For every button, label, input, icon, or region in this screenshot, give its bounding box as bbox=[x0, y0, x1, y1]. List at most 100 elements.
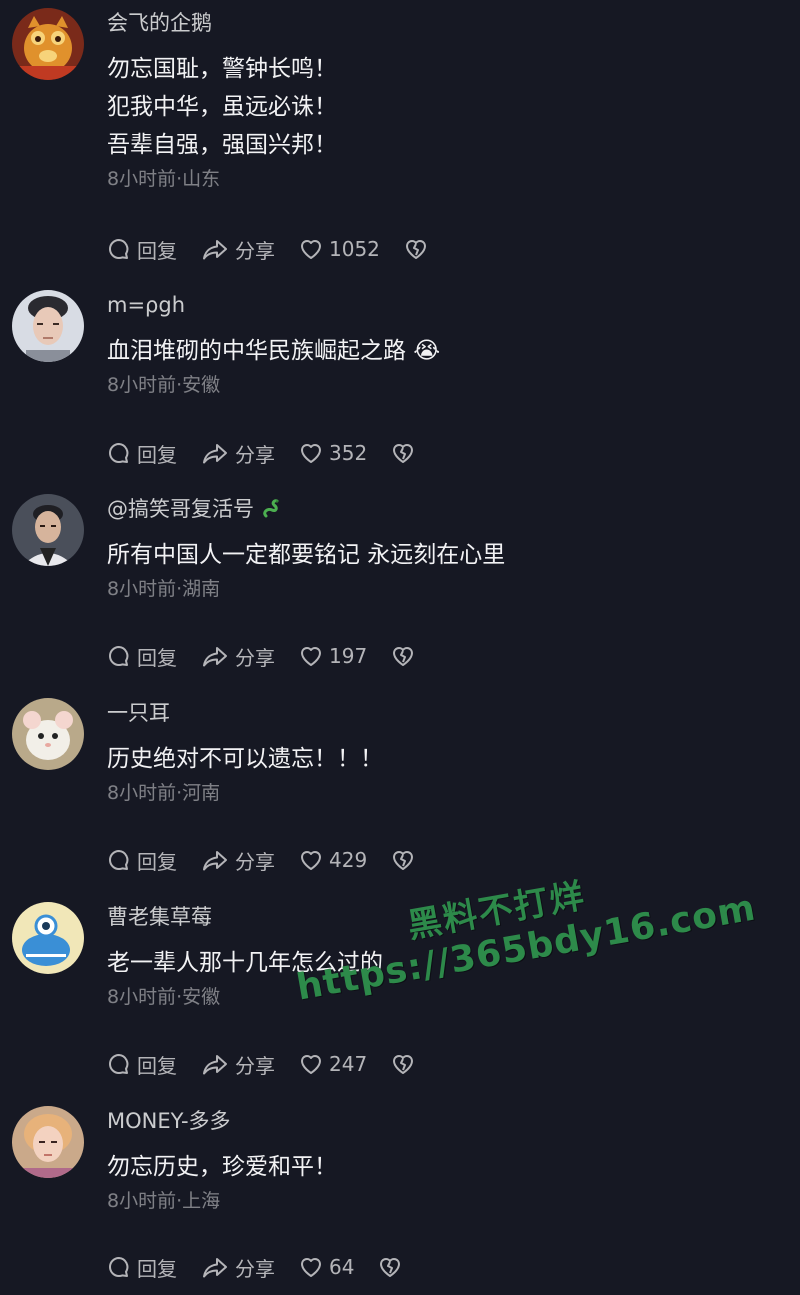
avatar[interactable] bbox=[12, 902, 84, 974]
like-button[interactable]: 1052 bbox=[299, 237, 380, 261]
snake-badge-icon bbox=[263, 499, 279, 518]
comment-line: 勿忘历史，珍爱和平！ bbox=[107, 1154, 337, 1180]
heart-icon bbox=[301, 1258, 321, 1277]
broken-heart-icon bbox=[393, 444, 414, 463]
share-button[interactable]: 分享 bbox=[201, 235, 275, 264]
reply-label: 回复 bbox=[137, 238, 177, 263]
like-button[interactable]: 247 bbox=[299, 1052, 367, 1076]
reply-button[interactable]: 回复 bbox=[107, 642, 177, 671]
dislike-button[interactable] bbox=[391, 849, 415, 871]
reply-button[interactable]: 回复 bbox=[107, 846, 177, 875]
share-button[interactable]: 分享 bbox=[201, 846, 275, 875]
comment-meta: 8小时前·河南 bbox=[107, 782, 221, 804]
comment-meta: 8小时前·上海 bbox=[107, 1190, 221, 1212]
share-label: 分享 bbox=[235, 645, 275, 670]
comment-actions: 回复 分享 352 bbox=[107, 438, 415, 468]
share-button[interactable]: 分享 bbox=[201, 1253, 275, 1282]
share-label: 分享 bbox=[235, 849, 275, 874]
share-button[interactable]: 分享 bbox=[201, 439, 275, 468]
reply-label: 回复 bbox=[137, 1053, 177, 1078]
comment-meta: 8小时前·湖南 bbox=[107, 578, 221, 600]
share-label: 分享 bbox=[235, 238, 275, 263]
mouse-photo-avatar bbox=[12, 698, 84, 770]
broken-heart-icon bbox=[405, 240, 426, 259]
share-icon bbox=[203, 851, 227, 871]
reply-label: 回复 bbox=[137, 442, 177, 467]
comment-line: 吾辈自强，强国兴邦！ bbox=[107, 132, 337, 158]
username[interactable]: 一只耳 bbox=[107, 698, 780, 728]
share-button[interactable]: 分享 bbox=[201, 642, 275, 671]
avatar[interactable] bbox=[12, 698, 84, 770]
broken-heart-icon bbox=[380, 1258, 401, 1277]
avatar[interactable] bbox=[12, 8, 84, 80]
username[interactable]: MONEY-多多 bbox=[107, 1106, 780, 1136]
comment-text: 所有中国人一定都要铭记 永远刻在心里 bbox=[107, 536, 780, 574]
comment-meta: 8小时前·山东 bbox=[107, 168, 221, 190]
comment-text: 勿忘国耻，警钟长鸣！ 犯我中华，虽远必诛！ 吾辈自强，强国兴邦！ bbox=[107, 50, 780, 164]
like-button[interactable]: 352 bbox=[299, 441, 367, 465]
username[interactable]: 会飞的企鹅 bbox=[107, 8, 780, 38]
dislike-button[interactable] bbox=[391, 442, 415, 464]
comment-text: 历史绝对不可以遗忘！！！ bbox=[107, 740, 780, 778]
reply-label: 回复 bbox=[137, 645, 177, 670]
share-icon bbox=[203, 1055, 227, 1075]
reply-button[interactable]: 回复 bbox=[107, 235, 177, 264]
dislike-button[interactable] bbox=[378, 1256, 402, 1278]
heart-icon bbox=[301, 240, 321, 259]
reply-icon bbox=[109, 1054, 129, 1074]
person-photo-avatar bbox=[12, 494, 84, 566]
broken-heart-icon bbox=[393, 647, 414, 666]
dislike-button[interactable] bbox=[404, 238, 428, 260]
comment-actions: 回复 分享 429 bbox=[107, 845, 415, 875]
reply-button[interactable]: 回复 bbox=[107, 439, 177, 468]
like-count: 64 bbox=[329, 1255, 355, 1279]
like-count: 247 bbox=[329, 1052, 368, 1076]
reply-icon bbox=[109, 443, 129, 463]
reply-label: 回复 bbox=[137, 849, 177, 874]
like-button[interactable]: 64 bbox=[299, 1255, 354, 1279]
cartoon-cat-avatar bbox=[12, 8, 84, 80]
share-label: 分享 bbox=[235, 1053, 275, 1078]
reply-icon bbox=[109, 646, 129, 666]
share-icon bbox=[203, 1258, 227, 1278]
like-count: 429 bbox=[329, 848, 368, 872]
comment-actions: 回复 分享 247 bbox=[107, 1049, 415, 1079]
comment-line: 勿忘国耻，警钟长鸣！ bbox=[107, 56, 337, 82]
person-photo-avatar bbox=[12, 1106, 84, 1178]
username-text: @搞笑哥复活号 bbox=[107, 497, 254, 521]
reply-icon bbox=[109, 1257, 129, 1277]
heart-icon bbox=[301, 1055, 321, 1074]
comment-meta: 8小时前·安徽 bbox=[107, 374, 221, 396]
comment-actions: 回复 分享 1052 bbox=[107, 234, 428, 264]
comment-line: 所有中国人一定都要铭记 永远刻在心里 bbox=[107, 542, 506, 568]
comment-line: 老一辈人那十几年怎么过的 bbox=[107, 950, 383, 976]
like-count: 1052 bbox=[329, 237, 380, 261]
avatar[interactable] bbox=[12, 494, 84, 566]
share-button[interactable]: 分享 bbox=[201, 1050, 275, 1079]
reply-icon bbox=[109, 850, 129, 870]
comment-line: 犯我中华，虽远必诛！ bbox=[107, 94, 337, 120]
like-count: 197 bbox=[329, 644, 368, 668]
broken-heart-icon bbox=[393, 1055, 414, 1074]
share-icon bbox=[203, 240, 227, 260]
person-photo-avatar bbox=[12, 290, 84, 362]
reply-button[interactable]: 回复 bbox=[107, 1050, 177, 1079]
reply-icon bbox=[109, 239, 129, 259]
reply-label: 回复 bbox=[137, 1256, 177, 1281]
comment-line: 血泪堆砌的中华民族崛起之路 😭 bbox=[107, 338, 441, 364]
like-button[interactable]: 197 bbox=[299, 644, 367, 668]
broken-heart-icon bbox=[393, 851, 414, 870]
cartoon-alien-avatar bbox=[12, 902, 84, 974]
reply-button[interactable]: 回复 bbox=[107, 1253, 177, 1282]
avatar[interactable] bbox=[12, 1106, 84, 1178]
comment-line: 历史绝对不可以遗忘！！！ bbox=[107, 746, 383, 772]
like-button[interactable]: 429 bbox=[299, 848, 367, 872]
dislike-button[interactable] bbox=[391, 1053, 415, 1075]
username[interactable]: m=ρgh bbox=[107, 290, 780, 320]
dislike-button[interactable] bbox=[391, 645, 415, 667]
username[interactable]: @搞笑哥复活号 bbox=[107, 494, 780, 524]
share-label: 分享 bbox=[235, 1256, 275, 1281]
username[interactable]: 曹老集草莓 bbox=[107, 902, 780, 932]
avatar[interactable] bbox=[12, 290, 84, 362]
share-label: 分享 bbox=[235, 442, 275, 467]
